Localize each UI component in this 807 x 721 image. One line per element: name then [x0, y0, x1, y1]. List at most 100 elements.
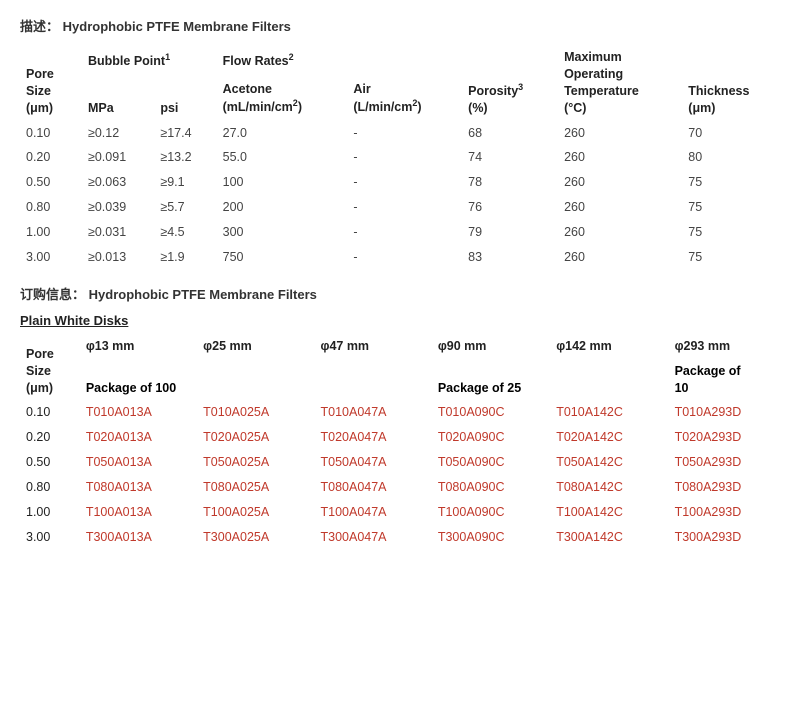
specs-row: 3.00 ≥0.013 ≥1.9 750 - 83 260 75	[20, 245, 787, 270]
order-p293: T010A293D	[669, 400, 787, 425]
order-p293: T020A293D	[669, 425, 787, 450]
spec-pore: 0.20	[20, 145, 82, 170]
order-row: 0.80 T080A013A T080A025A T080A047A T080A…	[20, 475, 787, 500]
phi47-header: φ47 mm	[315, 334, 432, 359]
spec-pore: 0.10	[20, 121, 82, 146]
mpa-header: MPa	[82, 74, 154, 121]
specs-table: PoreSize(μm) Bubble Point1 Flow Rates2 P…	[20, 45, 787, 270]
bubble-point-header: Bubble Point1	[82, 45, 217, 74]
flow-rates-sup: 2	[289, 52, 294, 62]
spec-air: -	[347, 195, 462, 220]
order-p25: T020A025A	[197, 425, 314, 450]
order-p13: T100A013A	[80, 500, 197, 525]
spec-porosity: 68	[462, 121, 558, 146]
spec-porosity: 76	[462, 195, 558, 220]
order-p142: T020A142C	[550, 425, 668, 450]
spec-air: -	[347, 145, 462, 170]
spec-maxtemp: 260	[558, 145, 682, 170]
spec-thickness: 75	[682, 220, 787, 245]
specs-row: 1.00 ≥0.031 ≥4.5 300 - 79 260 75	[20, 220, 787, 245]
order-p142: T010A142C	[550, 400, 668, 425]
porosity-header: Porosity3 (%)	[462, 45, 558, 121]
spec-mpa: ≥0.013	[82, 245, 154, 270]
spec-acetone: 55.0	[217, 145, 348, 170]
spec-maxtemp: 260	[558, 121, 682, 146]
spec-mpa: ≥0.031	[82, 220, 154, 245]
pore-size-header: PoreSize(μm)	[20, 45, 82, 121]
order-p47: T100A047A	[315, 500, 432, 525]
order-p47: T010A047A	[315, 400, 432, 425]
phi142-header: φ142 mm	[550, 334, 668, 359]
order-p47: T300A047A	[315, 525, 432, 550]
order-pore: 0.10	[20, 400, 80, 425]
order-p25: T300A025A	[197, 525, 314, 550]
plain-white-title: Plain White Disks	[20, 313, 787, 328]
order-p25: T050A025A	[197, 450, 314, 475]
specs-row: 0.50 ≥0.063 ≥9.1 100 - 78 260 75	[20, 170, 787, 195]
order-p47: T020A047A	[315, 425, 432, 450]
spec-maxtemp: 260	[558, 245, 682, 270]
spec-mpa: ≥0.12	[82, 121, 154, 146]
order-p90: T300A090C	[432, 525, 550, 550]
order-pore: 1.00	[20, 500, 80, 525]
order-p90: T050A090C	[432, 450, 550, 475]
order-row: 0.10 T010A013A T010A025A T010A047A T010A…	[20, 400, 787, 425]
psi-header: psi	[154, 74, 216, 121]
spec-thickness: 75	[682, 245, 787, 270]
order-p142: T080A142C	[550, 475, 668, 500]
order-row: 0.50 T050A013A T050A025A T050A047A T050A…	[20, 450, 787, 475]
spec-psi: ≥5.7	[154, 195, 216, 220]
spec-air: -	[347, 245, 462, 270]
spec-thickness: 75	[682, 170, 787, 195]
order-p293: T100A293D	[669, 500, 787, 525]
spec-pore: 0.50	[20, 170, 82, 195]
order-p142: T050A142C	[550, 450, 668, 475]
spec-pore: 1.00	[20, 220, 82, 245]
spec-air: -	[347, 220, 462, 245]
order-row: 3.00 T300A013A T300A025A T300A047A T300A…	[20, 525, 787, 550]
spec-porosity: 78	[462, 170, 558, 195]
porosity-sup: 3	[518, 82, 523, 92]
specs-row: 0.80 ≥0.039 ≥5.7 200 - 76 260 75	[20, 195, 787, 220]
spec-air: -	[347, 170, 462, 195]
order-row: 0.20 T020A013A T020A025A T020A047A T020A…	[20, 425, 787, 450]
spec-porosity: 83	[462, 245, 558, 270]
spec-psi: ≥1.9	[154, 245, 216, 270]
order-p25: T100A025A	[197, 500, 314, 525]
order-pore: 0.80	[20, 475, 80, 500]
order-p293: T050A293D	[669, 450, 787, 475]
spec-psi: ≥13.2	[154, 145, 216, 170]
order-pore-header: PoreSize(μm)	[20, 334, 80, 401]
order-row: 1.00 T100A013A T100A025A T100A047A T100A…	[20, 500, 787, 525]
phi13-header: φ13 mm	[80, 334, 197, 359]
description-section: 描述： Hydrophobic PTFE Membrane Filters	[20, 16, 787, 35]
order-p25: T010A025A	[197, 400, 314, 425]
spec-maxtemp: 260	[558, 220, 682, 245]
spec-porosity: 74	[462, 145, 558, 170]
spec-pore: 3.00	[20, 245, 82, 270]
order-p293: T080A293D	[669, 475, 787, 500]
pkg-25-header: Package of 25	[432, 359, 669, 401]
order-pore: 0.20	[20, 425, 80, 450]
order-p47: T050A047A	[315, 450, 432, 475]
spec-psi: ≥17.4	[154, 121, 216, 146]
order-table: PoreSize(μm) φ13 mm φ25 mm φ47 mm φ90 mm…	[20, 334, 787, 550]
acetone-header: Acetone(mL/min/cm2)	[217, 74, 348, 121]
order-pore: 0.50	[20, 450, 80, 475]
order-p90: T020A090C	[432, 425, 550, 450]
order-p293: T300A293D	[669, 525, 787, 550]
spec-thickness: 80	[682, 145, 787, 170]
spec-maxtemp: 260	[558, 170, 682, 195]
order-p90: T100A090C	[432, 500, 550, 525]
description-label: 描述：	[20, 19, 59, 34]
order-p13: T080A013A	[80, 475, 197, 500]
spec-thickness: 70	[682, 121, 787, 146]
flow-rates-header: Flow Rates2	[217, 45, 463, 74]
order-p142: T300A142C	[550, 525, 668, 550]
pkg-10-header: Package of10	[669, 359, 787, 401]
order-p90: T010A090C	[432, 400, 550, 425]
spec-acetone: 300	[217, 220, 348, 245]
phi293-header: φ293 mm	[669, 334, 787, 359]
phi90-header: φ90 mm	[432, 334, 550, 359]
max-temp-header: MaximumOperatingTemperature(°C)	[558, 45, 682, 121]
